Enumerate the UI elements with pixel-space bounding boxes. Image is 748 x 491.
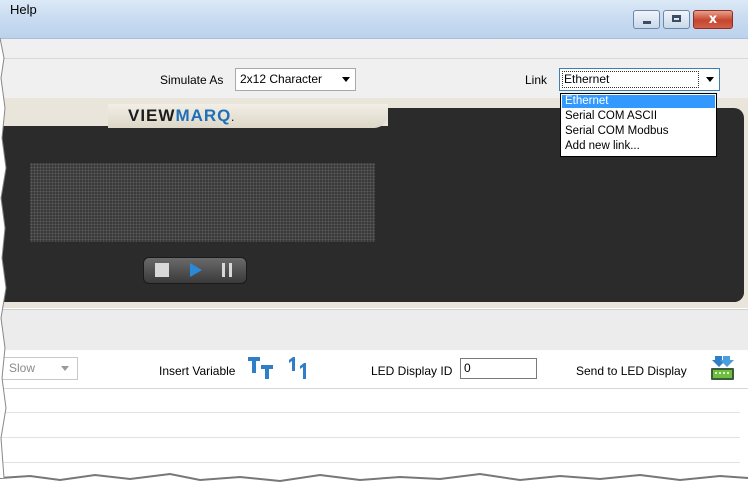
separator-strip	[0, 309, 748, 351]
send-to-display-icon[interactable]	[709, 355, 736, 382]
focus-rect	[562, 71, 699, 88]
simulate-as-select[interactable]: 2x12 Character	[235, 68, 356, 91]
link-option-serial-ascii[interactable]: Serial COM ASCII	[562, 110, 715, 123]
minimize-icon	[643, 21, 651, 24]
dropdown-arrow-icon	[706, 77, 714, 82]
close-icon: x	[708, 12, 718, 27]
viewmarq-logo: VIEWMARQ.	[128, 106, 235, 126]
dropdown-arrow-icon	[342, 77, 350, 82]
torn-left-edge-decoration	[0, 38, 7, 478]
logo-part-1: VIEW	[128, 106, 176, 125]
pause-icon[interactable]	[222, 263, 232, 277]
send-to-led-display-label: Send to LED Display	[576, 364, 687, 378]
list-row-divider	[0, 462, 740, 463]
simulate-as-value: 2x12 Character	[240, 72, 323, 86]
stop-icon[interactable]	[155, 263, 169, 277]
list-row-divider	[0, 412, 740, 413]
torn-edge-decoration	[0, 472, 748, 491]
minimize-button[interactable]	[633, 10, 660, 29]
link-option-ethernet[interactable]: Ethernet	[562, 95, 715, 108]
led-matrix-preview	[30, 163, 375, 242]
list-row-divider	[0, 437, 740, 438]
menu-bar	[0, 39, 748, 59]
speed-value: Slow	[9, 361, 36, 375]
close-button[interactable]: x	[693, 10, 733, 29]
maximize-button[interactable]	[663, 10, 690, 29]
link-select[interactable]: Ethernet	[559, 68, 720, 91]
insert-variable-label: Insert Variable	[159, 364, 236, 378]
link-option-add-new[interactable]: Add new link...	[562, 140, 715, 153]
play-icon[interactable]	[190, 263, 202, 277]
menu-help[interactable]: Help	[10, 2, 37, 17]
link-option-serial-modbus[interactable]: Serial COM Modbus	[562, 125, 715, 138]
maximize-icon	[672, 15, 681, 22]
led-display-id-input[interactable]: 0	[460, 358, 537, 379]
logo-part-2: MARQ	[175, 106, 232, 125]
link-label: Link	[525, 73, 548, 87]
logo-suffix: .	[231, 113, 235, 123]
speed-select[interactable]: Slow	[0, 357, 78, 380]
simulate-as-label: Simulate As	[160, 73, 224, 87]
link-dropdown-list: Ethernet Serial COM ASCII Serial COM Mod…	[560, 93, 717, 157]
insert-number-variable-icon[interactable]	[286, 356, 312, 380]
dropdown-arrow-icon	[61, 366, 69, 371]
led-display-id-label: LED Display ID	[371, 364, 453, 378]
insert-text-variable-icon[interactable]	[247, 356, 275, 380]
